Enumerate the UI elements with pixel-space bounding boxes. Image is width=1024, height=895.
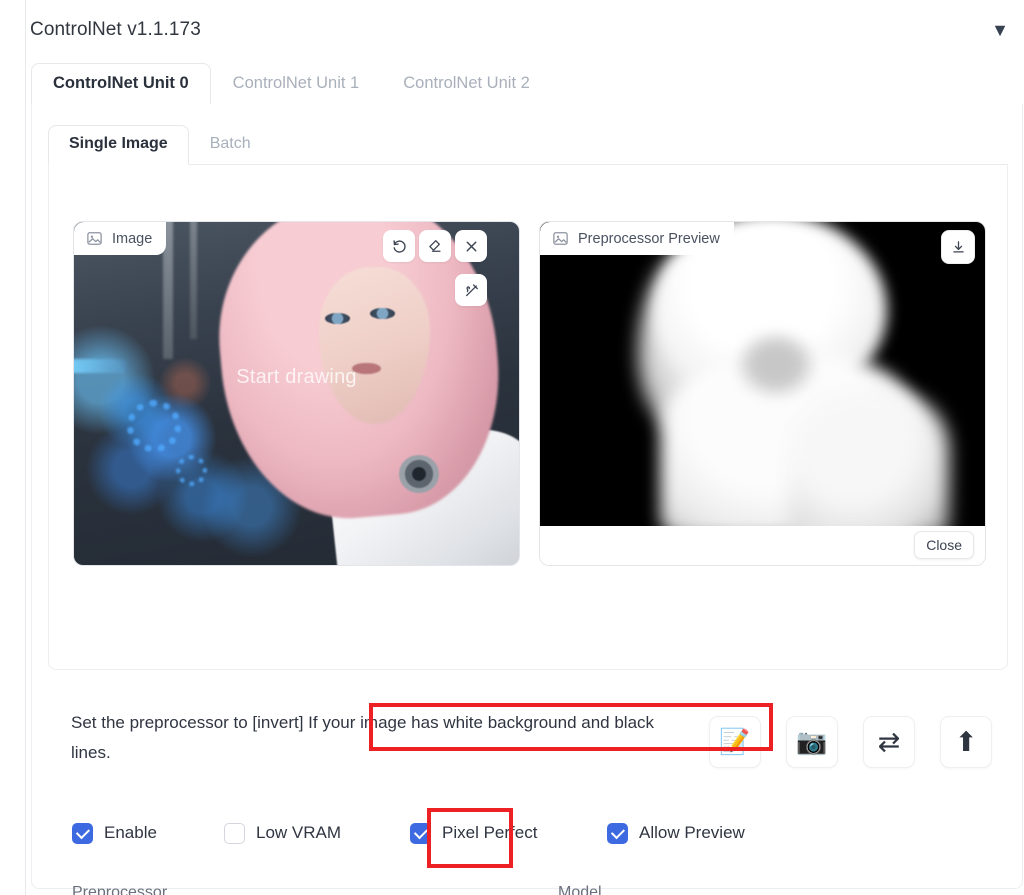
checkbox-low-vram-label: Low VRAM [256, 823, 341, 843]
decor-pipe-2 [190, 221, 197, 339]
checkbox-allow-preview-label: Allow Preview [639, 823, 745, 843]
tab-controlnet-unit-1[interactable]: ControlNet Unit 1 [211, 63, 382, 104]
source-tab-bar: Single Image Batch [48, 124, 1008, 165]
quick-action-buttons: 📝 📷 ⇄ ⬆ [709, 716, 992, 768]
decor-ring-1 [127, 400, 180, 451]
preprocessor-preview-label-text: Preprocessor Preview [578, 231, 720, 247]
checkbox-enable[interactable]: Enable [72, 809, 157, 857]
checkbox-low-vram[interactable]: Low VRAM [224, 809, 341, 857]
undo-icon[interactable] [383, 230, 415, 262]
tab-single-image[interactable]: Single Image [48, 125, 189, 165]
checkbox-enable-label: Enable [104, 823, 157, 843]
unit-tab-bar: ControlNet Unit 0 ControlNet Unit 1 Cont… [31, 60, 1023, 105]
picture-icon [552, 230, 569, 247]
decor-light-bar [73, 359, 127, 373]
preview-footer: Close [540, 526, 985, 565]
send-dimensions-button[interactable]: ⬆ [940, 716, 992, 768]
unit-body: Single Image Batch [31, 104, 1023, 889]
preprocessor-hint-text: Set the preprocessor to [invert] If your… [71, 708, 691, 768]
chevron-down-icon[interactable]: ▼ [991, 21, 1009, 39]
accordion-header[interactable]: ControlNet v1.1.173 ▼ [26, 0, 1024, 60]
close-preview-button[interactable]: Close [914, 531, 974, 559]
pen-icon[interactable] [455, 274, 487, 306]
webcam-button[interactable]: 📷 [786, 716, 838, 768]
checkbox-low-vram-box[interactable] [224, 823, 245, 844]
tab-batch[interactable]: Batch [189, 125, 272, 164]
model-label: Model [558, 884, 942, 895]
tab-controlnet-unit-2[interactable]: ControlNet Unit 2 [381, 63, 552, 104]
checkbox-pixel-perfect[interactable]: Pixel Perfect [410, 809, 537, 857]
checkbox-allow-preview-box[interactable] [607, 823, 628, 844]
input-image-dropzone[interactable]: Image Start drawing [73, 221, 520, 566]
page-title: ControlNet v1.1.173 [30, 19, 201, 41]
hint-row: Set the preprocessor to [invert] If your… [48, 694, 1008, 784]
preprocessor-preview-image [540, 222, 985, 526]
eraser-icon[interactable] [419, 230, 451, 262]
input-image-label: Image [74, 222, 166, 255]
model-config-row: Preprocessor depth_midas 💥 Model control… [72, 884, 1022, 895]
checkbox-enable-box[interactable] [72, 823, 93, 844]
accordion-panel: ControlNet v1.1.173 ▼ ControlNet Unit 0 … [25, 0, 1024, 895]
model-field: Model control_v11p_sd15_canny [d14c [558, 884, 942, 895]
input-image-label-text: Image [112, 231, 152, 247]
options-checkbox-row: Enable Low VRAM Pixel Perfect Allow Prev… [72, 809, 1012, 857]
decor-armor-disc [399, 455, 439, 493]
tab-controlnet-unit-0[interactable]: ControlNet Unit 0 [31, 63, 211, 105]
input-image-content [74, 222, 519, 565]
preprocessor-label: Preprocessor [72, 884, 454, 895]
checkbox-allow-preview[interactable]: Allow Preview [607, 809, 745, 857]
open-new-canvas-button[interactable]: 📝 [709, 716, 761, 768]
download-icon[interactable] [941, 230, 975, 264]
input-image[interactable] [74, 222, 519, 565]
checkbox-pixel-perfect-label: Pixel Perfect [442, 823, 537, 843]
decor-ring-2 [176, 455, 207, 486]
depth-cheek [736, 331, 816, 398]
mirror-webcam-button[interactable]: ⇄ [863, 716, 915, 768]
depth-shoulder [789, 392, 949, 526]
preprocessor-field: Preprocessor depth_midas [72, 884, 454, 895]
preprocessor-preview-label: Preprocessor Preview [540, 222, 734, 255]
preprocessor-preview-panel: Close Preprocessor Preview [539, 221, 986, 566]
controlnet-extension-panel: ControlNet v1.1.173 ▼ ControlNet Unit 0 … [0, 0, 1024, 895]
close-icon[interactable] [455, 230, 487, 262]
checkbox-pixel-perfect-box[interactable] [410, 823, 431, 844]
picture-icon [86, 230, 103, 247]
decor-eye-left [325, 313, 350, 324]
